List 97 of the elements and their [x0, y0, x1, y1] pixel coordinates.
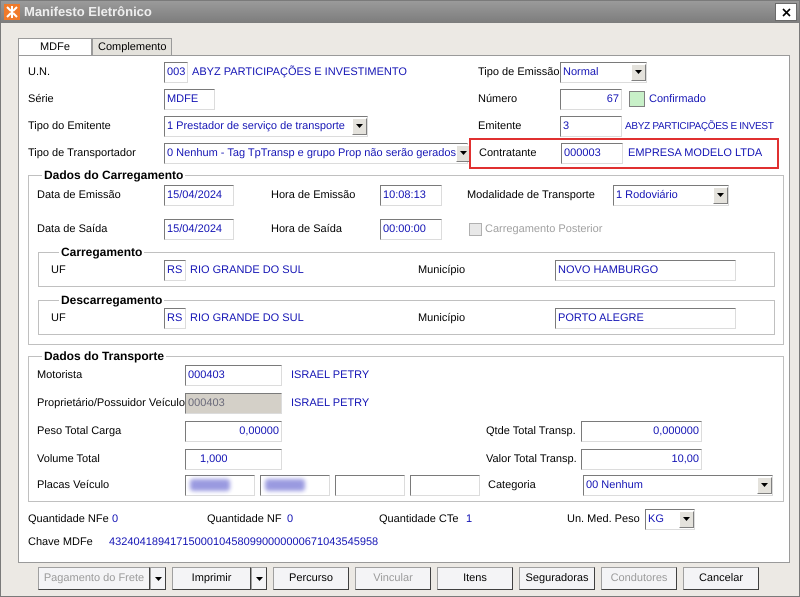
button[interactable]: Itens — [437, 567, 513, 590]
close-icon — [782, 8, 790, 16]
button[interactable]: Percurso — [273, 567, 349, 590]
field-value: 1 — [466, 512, 472, 527]
window-title: Manifesto Eletrônico — [24, 3, 152, 22]
caret-icon — [761, 483, 768, 487]
field-label: Contratante — [479, 146, 538, 161]
group-title: Carregamento — [60, 244, 144, 261]
field-value: RIO GRANDE DO SUL — [190, 310, 305, 326]
field-label: UF — [51, 310, 67, 326]
field-label: Hora de Emissão — [271, 188, 356, 203]
field-label: Peso Total Carga — [37, 424, 122, 439]
input-field[interactable]: 10:08:13 — [380, 184, 442, 206]
field-value: Confirmado — [649, 92, 706, 107]
field-label: Hora de Saída — [271, 222, 343, 237]
close-button[interactable] — [775, 3, 797, 21]
field-label: Município — [418, 262, 466, 278]
input-field[interactable]: 1,000 — [185, 448, 282, 470]
field-value: ABYZ PARTICIPAÇÕES E INVEST — [625, 119, 774, 134]
caret-icon — [356, 124, 363, 128]
tab[interactable]: Complemento — [92, 38, 172, 55]
input-field[interactable] — [260, 474, 330, 496]
field-label: Série — [28, 92, 55, 107]
field-label: Data de Emissão — [37, 188, 122, 203]
group-title: Dados do Carregamento — [43, 167, 184, 184]
field-label: Quantidade NF — [207, 512, 283, 527]
caret-icon — [460, 151, 468, 155]
input-field[interactable]: 15/04/2024 — [164, 184, 234, 206]
tab[interactable]: MDFe — [18, 38, 92, 55]
input-field[interactable]: 000003 — [561, 142, 623, 164]
field-label: Quantidade NFe — [28, 512, 110, 527]
input-field[interactable] — [335, 474, 405, 496]
field-label: Tipo de Transportador — [28, 146, 137, 161]
input-field[interactable]: 67 — [560, 88, 622, 110]
field-value: EMPRESA MODELO LTDA — [628, 146, 762, 161]
blurred-text — [265, 479, 305, 491]
app-icon — [4, 4, 20, 20]
field-label: Quantidade CTe — [379, 512, 460, 527]
dropdown[interactable]: 1 Prestador de serviço de transporte — [164, 116, 368, 136]
caret-icon — [717, 193, 724, 197]
field-label: Chave MDFe — [28, 534, 94, 550]
input-field[interactable]: PORTO ALEGRE — [555, 308, 736, 328]
input-field[interactable]: 15/04/2024 — [164, 218, 234, 240]
field-value: 43240418941715000104580990000000671043545958 — [109, 534, 378, 550]
field-label: Carregamento Posterior — [485, 222, 602, 237]
field-label: Un. Med. Peso — [567, 512, 641, 527]
input-field[interactable]: RS — [164, 308, 186, 328]
field-label: Modalidade de Transporte — [467, 188, 596, 203]
caret-icon — [635, 70, 642, 74]
input-field[interactable]: 0,00000 — [185, 420, 282, 442]
dropdown[interactable]: KG — [645, 508, 695, 530]
input-field[interactable]: 3 — [560, 116, 622, 136]
field-label: Número — [478, 92, 518, 107]
input-field[interactable]: 0,000000 — [581, 420, 702, 442]
field-value: ISRAEL PETRY — [291, 396, 370, 411]
field-label: Proprietário/Possuidor Veículo — [37, 396, 185, 411]
field-value: 0 — [287, 512, 294, 527]
field-label: Data de Saída — [37, 222, 108, 237]
field-label: U.N. — [28, 64, 51, 80]
field-label: Motorista — [37, 368, 84, 383]
group-title: Descarregamento — [60, 292, 164, 309]
field-label: Emitente — [478, 118, 522, 134]
field-value: ISRAEL PETRY — [291, 368, 370, 383]
field-label: Valor Total Transp. — [486, 452, 578, 467]
input-field[interactable]: NOVO HAMBURGO — [555, 260, 736, 280]
input-field[interactable] — [410, 474, 480, 496]
field-label: Categoria — [488, 478, 537, 493]
caret-icon — [256, 576, 262, 580]
caret-icon — [683, 517, 690, 521]
field-label: Município — [418, 310, 466, 326]
dropdown[interactable]: Normal — [560, 62, 647, 82]
field-label: Tipo do Emitente — [28, 118, 112, 134]
field-label: Placas Veículo — [37, 478, 110, 493]
input-field[interactable]: 00:00:00 — [380, 218, 442, 240]
input-field[interactable]: 10,00 — [581, 448, 702, 470]
button[interactable]: Cancelar — [683, 567, 759, 590]
group-title: Dados do Transporte — [43, 348, 166, 365]
dropdown-button[interactable] — [251, 567, 267, 590]
field-label: UF — [51, 262, 67, 278]
field-label: Qtde Total Transp. — [486, 424, 577, 439]
button[interactable]: Seguradoras — [519, 567, 595, 590]
input-field[interactable]: RS — [164, 260, 186, 280]
field-label: Tipo de Emissão — [478, 64, 560, 80]
field-label: Volume Total — [37, 452, 101, 467]
field-value: RIO GRANDE DO SUL — [190, 262, 305, 278]
caret-icon — [154, 576, 162, 580]
dropdown[interactable]: 1 Rodoviário — [613, 184, 729, 206]
input-field[interactable] — [185, 474, 255, 496]
dropdown[interactable]: 0 Nenhum - Tag TpTransp e grupo Prop não serão gerados — [164, 142, 468, 164]
input-field[interactable]: 003 — [164, 62, 188, 82]
input-field[interactable]: 000403 — [185, 364, 282, 386]
button[interactable]: Imprimir — [172, 567, 251, 590]
blurred-text — [190, 479, 230, 491]
field-value: 0 — [112, 512, 118, 527]
field-value: ABYZ PARTICIPAÇÕES E INVESTIMENTO — [192, 64, 407, 80]
input-field[interactable]: MDFE — [164, 88, 215, 110]
dropdown[interactable]: 00 Nenhum — [583, 474, 773, 496]
